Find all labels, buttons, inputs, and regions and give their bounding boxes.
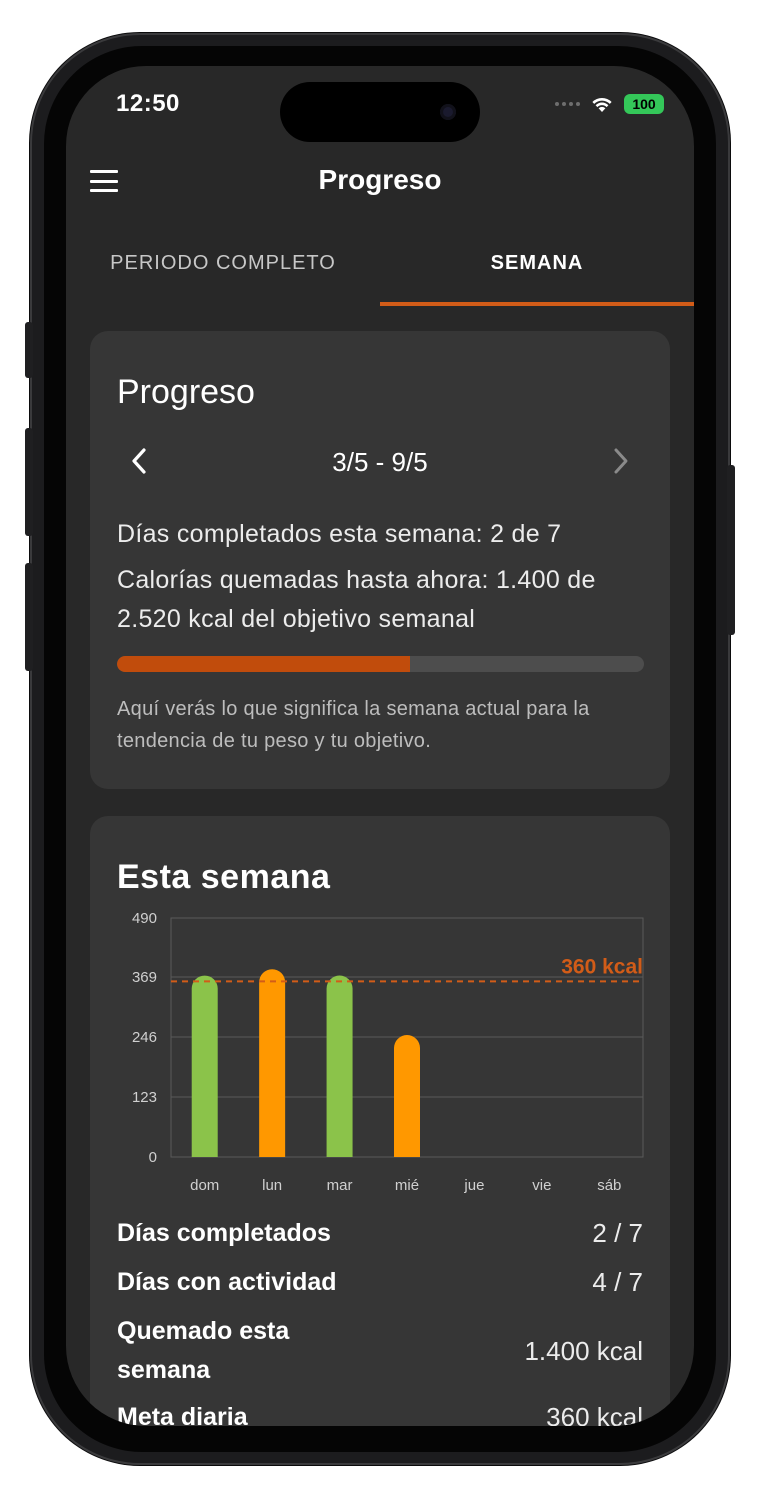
stat-row-days-completed: Días completados 2 / 7 — [117, 1214, 643, 1253]
dynamic-island — [280, 82, 480, 142]
tab-bar: PERIODO COMPLETO SEMANA — [66, 234, 694, 306]
bar-mar — [326, 975, 353, 1157]
week-range: 3/5 - 9/5 — [332, 447, 428, 477]
y-tick-label: 246 — [132, 1029, 157, 1046]
progress-card: Progreso 3/5 - 9/5 Días completados esta… — [90, 331, 670, 789]
x-tick-label: sáb — [597, 1177, 621, 1194]
action-button — [25, 322, 33, 378]
stat-row-days-active: Días con actividad 4 / 7 — [117, 1263, 643, 1302]
stat-label: Meta diaria — [117, 1403, 248, 1426]
x-tick-label: jue — [463, 1177, 484, 1194]
progress-fill — [117, 656, 410, 672]
weekly-calories-chart: 0 123 246 369 490 dom lun mar mié jue vie sáb 360 kc… — [132, 910, 644, 1194]
app-bar: Progreso — [66, 152, 694, 212]
goal-label: 360 kcal — [561, 955, 643, 978]
tab-label: PERIODO COMPLETO — [110, 252, 336, 274]
status-time: 12:50 — [116, 90, 180, 117]
volume-up-button — [25, 428, 33, 536]
stat-value: 360 kcal — [546, 1402, 643, 1426]
tab-semana[interactable]: SEMANA — [380, 234, 694, 306]
chevron-right-icon[interactable] — [603, 443, 639, 479]
x-tick-label: lun — [262, 1177, 282, 1194]
camera-icon — [440, 104, 456, 120]
app-screen: 12:50 100 Progreso PERIODO COMPLETO SEMA… — [66, 66, 694, 1426]
stat-value: 4 / 7 — [592, 1267, 643, 1297]
x-tick-label: dom — [190, 1177, 219, 1194]
bar-dom — [191, 975, 218, 1157]
stat-row-burned-week: Quemado esta semana 1.400 kcal — [117, 1312, 643, 1390]
y-tick-label: 123 — [132, 1089, 157, 1106]
status-indicators: 100 — [555, 94, 664, 114]
y-tick-label: 490 — [132, 910, 157, 927]
power-button — [727, 465, 735, 635]
stat-label: Días con actividad — [117, 1268, 337, 1296]
x-tick-label: mié — [395, 1177, 419, 1194]
calories-burned-text: Calorías quemadas hasta ahora: 1.400 de … — [117, 566, 596, 633]
x-tick-label: vie — [532, 1177, 551, 1194]
tab-label: SEMANA — [490, 252, 584, 274]
y-tick-label: 0 — [149, 1149, 157, 1166]
x-tick-label: mar — [327, 1177, 353, 1194]
battery-icon: 100 — [624, 94, 664, 114]
tab-indicator — [380, 302, 694, 306]
bar-mié — [394, 1035, 420, 1157]
tab-periodo-completo[interactable]: PERIODO COMPLETO — [66, 234, 380, 306]
wifi-icon — [592, 97, 612, 112]
week-card: Esta semana 0 123 246 369 490 dom lun mar mié jue… — [90, 816, 670, 1426]
stat-value: 1.400 kcal — [524, 1335, 643, 1366]
y-tick-label: 369 — [132, 969, 157, 986]
stat-row-daily-goal: Meta diaria 360 kcal — [117, 1398, 643, 1426]
card-title: Esta semana — [117, 858, 331, 896]
stat-label: Días completados — [117, 1219, 331, 1247]
bar-lun — [259, 969, 286, 1157]
weekly-progress-bar — [117, 656, 644, 672]
stat-value: 2 / 7 — [592, 1218, 643, 1248]
page-title: Progreso — [318, 164, 442, 195]
week-navigator: 3/5 - 9/5 — [117, 443, 643, 479]
hint-text: Aquí verás lo que significa la semana ac… — [117, 698, 590, 752]
days-completed-text: Días completados esta semana: 2 de 7 — [117, 520, 562, 548]
cellular-signal-icon — [555, 102, 580, 106]
volume-down-button — [25, 563, 33, 671]
card-title: Progreso — [117, 373, 255, 411]
stat-label: Quemado esta semana — [117, 1317, 290, 1384]
